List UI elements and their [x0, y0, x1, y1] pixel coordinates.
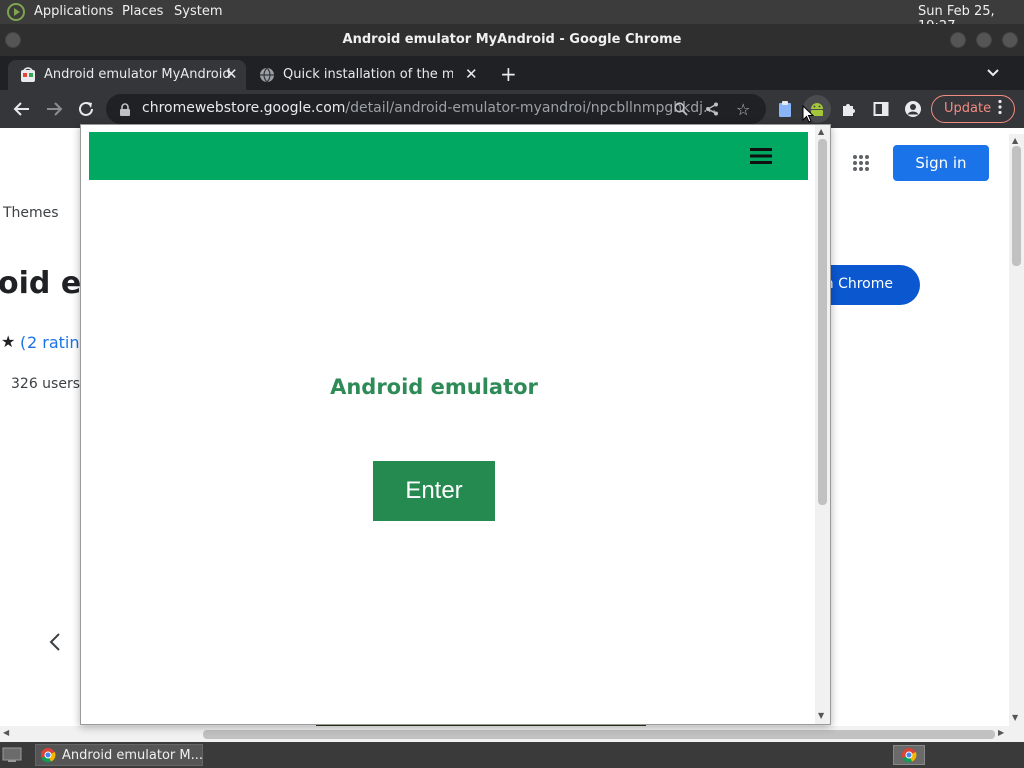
url-domain: chromewebstore.google.com — [142, 100, 346, 116]
themes-nav-link[interactable]: Themes — [3, 205, 59, 221]
popup-vscroll-thumb[interactable] — [818, 139, 827, 505]
popup-heading: Android emulator — [330, 375, 538, 399]
google-apps-grid-icon[interactable] — [852, 154, 870, 172]
webstore-favicon-icon — [20, 67, 36, 83]
scroll-up-arrow-icon[interactable]: ▲ — [1012, 136, 1018, 145]
rating-star-icon: ★ — [1, 332, 16, 351]
scroll-up-arrow-icon[interactable]: ▲ — [818, 127, 824, 136]
tab-close-icon[interactable]: ✕ — [465, 65, 478, 83]
page-vertical-scrollbar[interactable]: ▲ ▼ — [1009, 134, 1024, 726]
menu-places[interactable]: Places — [122, 4, 163, 19]
back-arrow-icon[interactable] — [8, 95, 36, 123]
close-window-button[interactable] — [1002, 32, 1018, 48]
globe-icon — [259, 67, 275, 83]
minimize-button[interactable] — [950, 32, 966, 48]
hamburger-menu-icon[interactable] — [750, 147, 772, 165]
rating-open-paren: ( — [20, 333, 27, 352]
forward-arrow-icon[interactable] — [40, 95, 68, 123]
mouse-pointer-icon — [802, 105, 814, 123]
window-title: Android emulator MyAndroid - Google Chro… — [342, 32, 682, 47]
lock-icon[interactable] — [119, 103, 131, 116]
kebab-menu-icon[interactable] — [998, 99, 1002, 115]
url-path: /detail/android-emulator-myandroi/npcbll… — [345, 100, 717, 116]
chrome-logo-icon — [40, 747, 56, 763]
sign-in-label: Sign in — [915, 154, 967, 172]
window-titlebar[interactable]: Android emulator MyAndroid - Google Chro… — [0, 24, 1024, 56]
zoom-search-icon[interactable] — [674, 102, 688, 116]
popup-vertical-scrollbar[interactable]: ▲ ▼ — [815, 125, 830, 724]
page-vscroll-thumb[interactable] — [1012, 146, 1021, 266]
tab-android-emulator[interactable]: Android emulator MyAndroid ✕ — [8, 60, 246, 90]
address-bar[interactable]: chromewebstore.google.com/detail/android… — [106, 94, 766, 124]
side-panel-icon[interactable] — [867, 95, 895, 123]
popup-header-bar — [89, 132, 808, 180]
taskbar-window-button[interactable]: Android emulator M... — [35, 744, 203, 766]
scroll-right-arrow-icon[interactable]: ▶ — [998, 728, 1004, 737]
reload-icon[interactable] — [72, 95, 100, 123]
enter-label: Enter — [405, 477, 463, 504]
tab-quick-installation[interactable]: Quick installation of the mobil ✕ — [248, 60, 486, 90]
profile-avatar-icon[interactable] — [899, 95, 927, 123]
tab-close-icon[interactable]: ✕ — [225, 65, 238, 83]
users-count: 326 users — [11, 376, 81, 392]
tab-title: Android emulator MyAndroid — [44, 67, 231, 82]
scroll-down-arrow-icon[interactable]: ▼ — [818, 711, 824, 720]
taskbar-window-label: Android emulator M... — [62, 748, 204, 763]
scroll-left-arrow-icon[interactable]: ◀ — [3, 728, 9, 737]
tab-search-chevron-down-icon[interactable] — [985, 64, 1001, 80]
extensions-puzzle-icon[interactable] — [835, 95, 863, 123]
menu-applications[interactable]: Applications — [34, 4, 113, 19]
browser-toolbar: chromewebstore.google.com/detail/android… — [0, 90, 1024, 128]
page-horizontal-scrollbar[interactable]: ◀ ▶ — [0, 726, 1024, 742]
enter-button[interactable]: Enter — [373, 461, 495, 521]
share-icon[interactable] — [705, 102, 719, 116]
distro-logo-icon[interactable] — [6, 3, 26, 21]
page-hscroll-thumb[interactable] — [203, 730, 995, 739]
tab-title: Quick installation of the mobil — [283, 67, 453, 82]
update-label: Update — [944, 101, 992, 116]
show-desktop-icon[interactable] — [2, 747, 22, 763]
extension-clipboard-icon[interactable] — [771, 95, 799, 123]
extension-popup: Android emulator Enter ▲ ▼ — [80, 124, 831, 725]
tab-strip: Android emulator MyAndroid ✕ Quick insta… — [0, 56, 1024, 90]
new-tab-plus-icon[interactable]: + — [500, 62, 517, 86]
url-text[interactable]: chromewebstore.google.com/detail/android… — [142, 100, 716, 116]
maximize-button[interactable] — [976, 32, 992, 48]
taskbar: Android emulator M... — [0, 742, 1024, 768]
sign-in-button[interactable]: Sign in — [893, 145, 989, 181]
scroll-down-arrow-icon[interactable]: ▼ — [1012, 713, 1018, 722]
menu-system[interactable]: System — [174, 4, 222, 19]
carousel-prev-chevron-left-icon[interactable] — [48, 632, 62, 652]
system-panel: Applications Places System Sun Feb 25, 1… — [0, 0, 1024, 34]
bookmark-star-icon[interactable]: ☆ — [736, 100, 750, 119]
tray-chrome-icon[interactable] — [893, 745, 925, 765]
update-button[interactable]: Update — [931, 95, 1015, 123]
